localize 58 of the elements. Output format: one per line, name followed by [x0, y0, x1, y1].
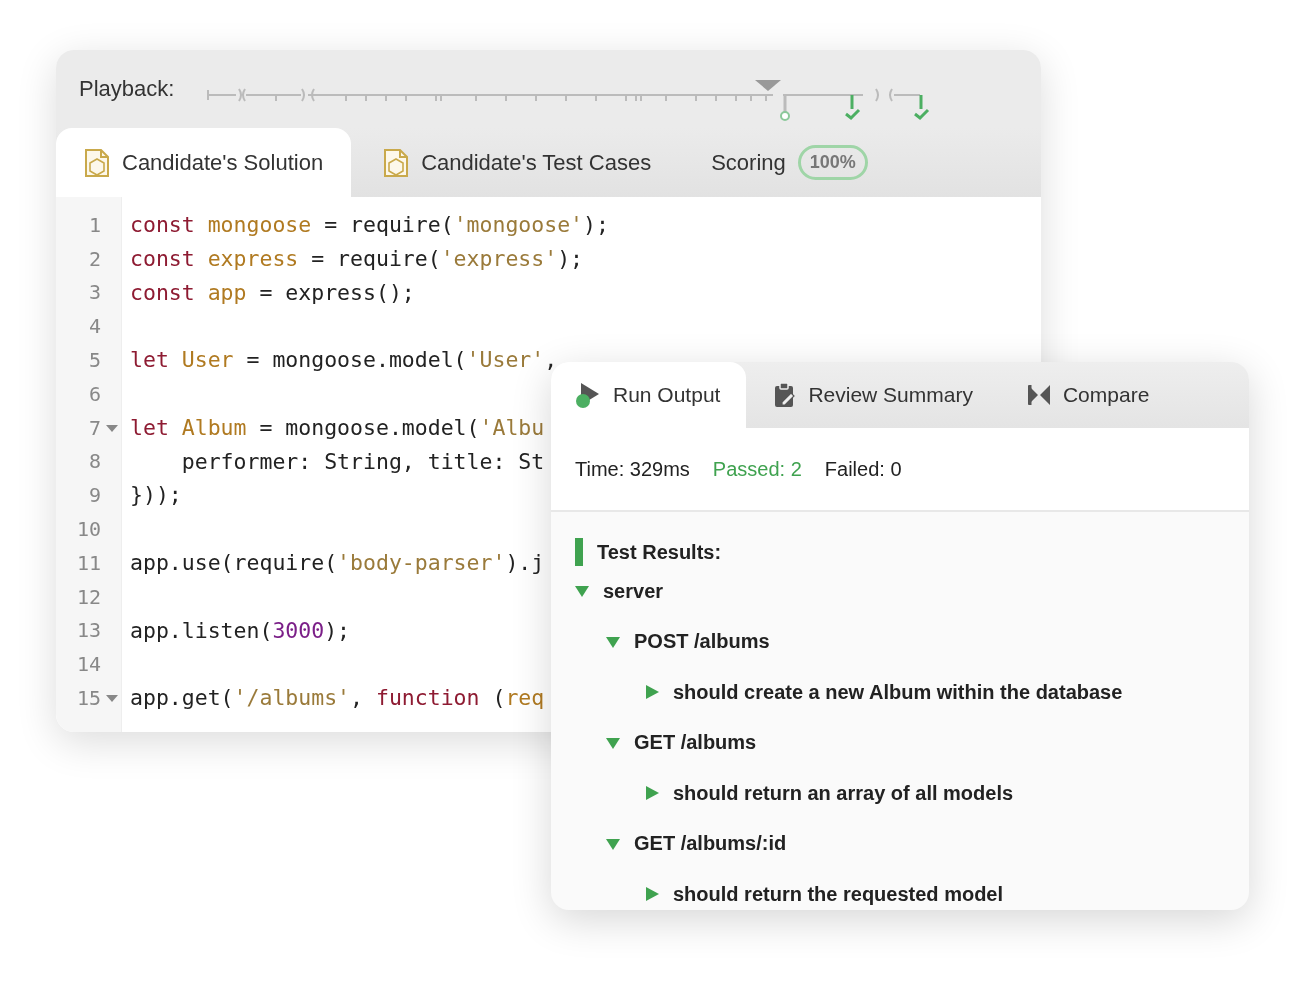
line-number: 10 — [76, 517, 101, 542]
code-line: const app = express(); — [130, 278, 415, 307]
stat-text: Time: 329ms — [575, 457, 690, 481]
clipboard-pencil-icon — [774, 382, 797, 408]
line-number: 14 — [76, 652, 101, 677]
stat-text: Passed: 2 — [712, 457, 802, 481]
output-tab[interactable]: Review Summary — [750, 362, 999, 428]
line-number: 9 — [88, 483, 101, 508]
fold-caret-icon[interactable] — [106, 695, 118, 704]
play-icon[interactable] — [645, 785, 659, 802]
test-name[interactable]: should return the requested model — [673, 882, 1004, 906]
suite-name[interactable]: server — [603, 579, 664, 603]
line-number: 1 — [88, 212, 101, 237]
code-line: app.get('/albums', function (req — [130, 684, 545, 713]
code-line: let Album = mongoose.model('Albu — [130, 413, 545, 442]
editor-tab[interactable]: Candidate's Test Cases — [355, 128, 680, 197]
code-line: const mongoose = require('mongoose'); — [130, 211, 609, 239]
test-name[interactable]: should return an array of all models — [673, 781, 1014, 805]
js-file-icon — [383, 147, 410, 178]
code-line: app.use(require('body-parser').j — [130, 548, 545, 577]
play-icon — [575, 381, 601, 409]
code-line: })); — [130, 481, 182, 510]
line-number: 6 — [88, 381, 101, 406]
caret-down-icon[interactable] — [575, 584, 589, 599]
line-number: 12 — [76, 584, 101, 609]
line-number: 7 — [88, 415, 101, 440]
editor-tab[interactable]: Scoring 100% — [683, 128, 896, 197]
editor-tab[interactable]: Candidate's Solution — [56, 128, 352, 197]
suite-name[interactable]: POST /albums — [634, 630, 770, 654]
playback-label: Playback: — [79, 76, 175, 102]
line-number: 4 — [88, 314, 101, 339]
stat-text: Failed: 0 — [824, 457, 902, 481]
test-name[interactable]: should create a new Album within the database — [673, 680, 1123, 704]
line-number: 5 — [88, 348, 101, 373]
js-file-icon — [84, 147, 110, 178]
results-heading: Test Results: — [597, 540, 722, 564]
fold-caret-icon[interactable] — [106, 424, 118, 433]
play-icon[interactable] — [645, 886, 659, 903]
accent-bar — [575, 538, 583, 566]
caret-down-icon[interactable] — [606, 634, 620, 649]
line-number: 2 — [88, 246, 101, 271]
output-tab[interactable]: Compare — [1002, 362, 1176, 428]
line-number: 13 — [76, 618, 101, 643]
caret-down-icon[interactable] — [606, 836, 620, 851]
score-badge: 100% — [797, 145, 868, 180]
suite-name[interactable]: GET /albums — [634, 731, 757, 755]
compare-icon — [1026, 383, 1051, 407]
output-tab[interactable]: Run Output — [551, 362, 747, 428]
code-line: const express = require('express'); — [130, 244, 584, 273]
line-number: 15 — [76, 686, 101, 711]
code-line: app.listen(3000); — [130, 616, 351, 645]
suite-name[interactable]: GET /albums/:id — [634, 832, 787, 856]
line-number: 11 — [76, 550, 101, 575]
line-number: 3 — [88, 280, 101, 305]
play-icon[interactable] — [645, 684, 659, 701]
caret-down-icon[interactable] — [606, 735, 620, 750]
code-line: performer: String, title: St — [180, 447, 545, 476]
line-number: 8 — [88, 449, 101, 474]
